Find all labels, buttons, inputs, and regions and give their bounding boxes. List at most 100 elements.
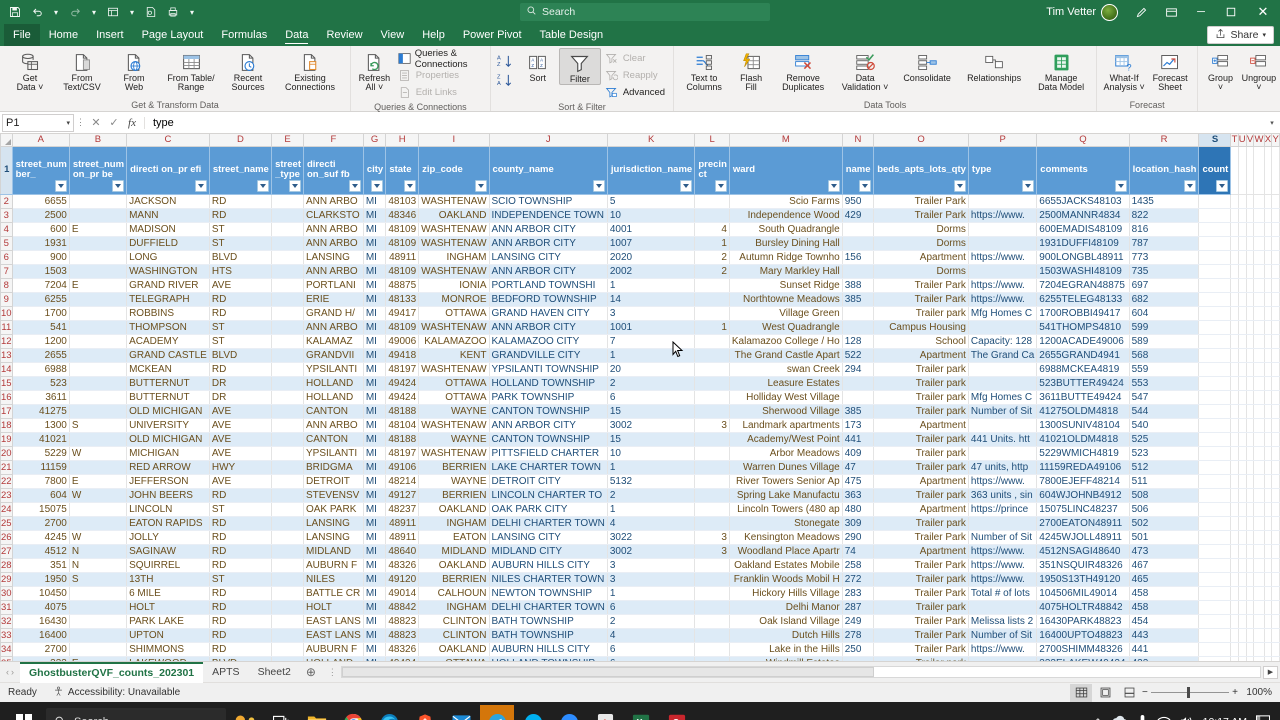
empty-cell[interactable] [1238, 334, 1247, 349]
grid-cell[interactable]: OTTAWA [418, 376, 490, 391]
grid-cell[interactable]: Oakland Estates Mobile [729, 558, 843, 573]
grid-cell[interactable]: https://www. [968, 572, 1038, 587]
table-row[interactable]: 33 16400 UPTON RD EAST LANS MI 48823 CLINTON BAT… [0, 627, 1280, 643]
grid-cell[interactable] [69, 432, 128, 447]
grid-cell[interactable]: Trailer Park [873, 558, 969, 573]
column-header-f[interactable]: F [302, 134, 364, 147]
grid-cell[interactable]: 523 [1129, 446, 1200, 461]
notification-center-icon[interactable] [1255, 714, 1271, 720]
row-header-15[interactable]: 15 [0, 375, 13, 391]
grid-cell[interactable]: HWY [209, 460, 273, 475]
table-header-cell[interactable]: city [363, 146, 387, 195]
accessibility-status[interactable]: Accessibility: Unavailable [45, 686, 188, 700]
table-row[interactable]: 17 41275 OLD MICHIGAN AVE CANTON MI 48188 WAYNE… [0, 403, 1280, 419]
grid-cell[interactable]: 1503WASHI48109 [1036, 264, 1130, 279]
grid-cell[interactable]: WAYNE [418, 404, 490, 419]
forecast-sheet-button[interactable]: Forecast Sheet [1147, 48, 1193, 93]
grid-cell[interactable] [694, 432, 730, 447]
empty-cell[interactable] [1198, 656, 1232, 661]
grid-cell[interactable]: 458 [1129, 586, 1200, 601]
grid-cell[interactable]: Capacity: 128 [968, 334, 1038, 349]
grid-cell[interactable]: MI [363, 446, 387, 461]
grid-cell[interactable]: 522 [842, 348, 875, 363]
grid-cell[interactable] [271, 194, 304, 209]
grid-cell[interactable]: 5229WMICH4819 [1036, 446, 1130, 461]
row-header-28[interactable]: 28 [0, 557, 13, 573]
weather-widget-icon[interactable] [228, 705, 262, 720]
grid-cell[interactable]: MI [363, 404, 387, 419]
empty-cell[interactable] [1264, 418, 1273, 433]
table-row[interactable]: 35333ELAKEWOODBLVD HOLLANDMI49424OTTAWAHO… [0, 655, 1280, 661]
filter-dropdown-icon[interactable] [371, 179, 384, 192]
grid-cell[interactable]: 441 [1129, 642, 1200, 657]
grid-cell[interactable]: 1 [607, 278, 696, 293]
grid-cell[interactable]: HOLLAND [303, 656, 364, 661]
grid-cell[interactable]: OAKLAND [418, 558, 490, 573]
empty-cell[interactable] [1264, 642, 1273, 657]
empty-cell[interactable] [1253, 222, 1265, 237]
table-row[interactable]: 16 3611 BUTTERNUT DR HOLLAND MI 49424 OTTAWA PAR… [0, 389, 1280, 405]
grid-cell[interactable]: Trailer Park [873, 642, 969, 657]
grid-cell[interactable] [968, 320, 1038, 335]
grid-cell[interactable]: LANSING [303, 516, 364, 531]
empty-cell[interactable] [1271, 320, 1280, 335]
empty-cell[interactable] [1271, 474, 1280, 489]
empty-cell[interactable] [1198, 404, 1232, 419]
grid-cell[interactable]: Apartment [873, 544, 969, 559]
grid-cell[interactable]: Sherwood Village [729, 404, 843, 419]
grid-cell[interactable]: 506 [1129, 502, 1200, 517]
grid-cell[interactable]: 465 [1129, 572, 1200, 587]
table-row[interactable]: 22 7800 E JEFFERSON AVE DETROIT MI 48214 WAYNE DE… [0, 473, 1280, 489]
grid-cell[interactable]: Trailer park [873, 362, 969, 377]
table-header-cell[interactable]: county_name [489, 146, 608, 195]
grid-cell[interactable]: 5229 [12, 446, 70, 461]
grid-cell[interactable]: ANN ARBO [303, 222, 364, 237]
table-row[interactable]: 11 541 THOMPSON ST ANN ARBO MI 48109 WASHTENAW A… [0, 319, 1280, 335]
grid-cell[interactable] [694, 474, 730, 489]
queries-connections-button[interactable]: Queries & Connections [394, 48, 486, 70]
grid-cell[interactable] [694, 460, 730, 475]
existing-connections-button[interactable]: Existing Connections [274, 48, 346, 93]
grid-cell[interactable] [69, 194, 128, 209]
column-header-v[interactable]: V [1245, 134, 1255, 147]
empty-cell[interactable] [1246, 614, 1255, 629]
grid-cell[interactable]: MI [363, 278, 387, 293]
skype-icon[interactable]: S [516, 705, 550, 720]
row-header-4[interactable]: 4 [0, 221, 13, 237]
empty-cell[interactable] [1246, 390, 1255, 405]
empty-cell[interactable] [1253, 376, 1265, 391]
filter-dropdown-icon[interactable] [257, 179, 270, 192]
grid-cell[interactable]: Lake in the Hills [729, 642, 843, 657]
add-sheet-button[interactable]: ⊕ [300, 665, 322, 679]
row-header-2[interactable]: 2 [0, 193, 13, 209]
grid-cell[interactable]: 1700ROBBI49417 [1036, 306, 1130, 321]
grid-cell[interactable]: GRAND H/ [303, 306, 364, 321]
mail-icon[interactable] [444, 705, 478, 720]
grid-cell[interactable]: 512 [1129, 460, 1200, 475]
grid-cell[interactable]: 1 [694, 236, 730, 251]
empty-cell[interactable] [1271, 600, 1280, 615]
empty-cell[interactable] [1198, 544, 1232, 559]
empty-cell[interactable] [1230, 432, 1239, 447]
select-all-corner[interactable] [0, 134, 13, 147]
get-data-button[interactable]: Get Data ˅ [4, 48, 56, 93]
grid-cell[interactable]: HOLLAND TOWNSHIP [489, 376, 608, 391]
grid-cell[interactable] [968, 516, 1038, 531]
grid-cell[interactable]: MI [363, 656, 387, 661]
column-header-b[interactable]: B [68, 134, 128, 147]
grid-cell[interactable]: MI [363, 530, 387, 545]
grid-cell[interactable]: 48823 [385, 628, 420, 643]
empty-cell[interactable] [1246, 642, 1255, 657]
grid-cell[interactable]: BUTTERNUT [126, 390, 210, 405]
grid-cell[interactable]: 333ELAKEW49424 [1036, 656, 1130, 661]
grid-cell[interactable]: 49417 [385, 306, 420, 321]
grid-cell[interactable]: 2 [694, 264, 730, 279]
grid-cell[interactable]: 2 [607, 488, 696, 503]
empty-cell[interactable] [1271, 586, 1280, 601]
empty-cell[interactable] [1253, 502, 1265, 517]
empty-cell[interactable] [1198, 362, 1232, 377]
row-header-11[interactable]: 11 [0, 319, 13, 335]
page-layout-view-icon[interactable] [1094, 684, 1116, 702]
grid-cell[interactable]: 2 [607, 376, 696, 391]
grid-cell[interactable]: Sunset Ridge [729, 278, 843, 293]
